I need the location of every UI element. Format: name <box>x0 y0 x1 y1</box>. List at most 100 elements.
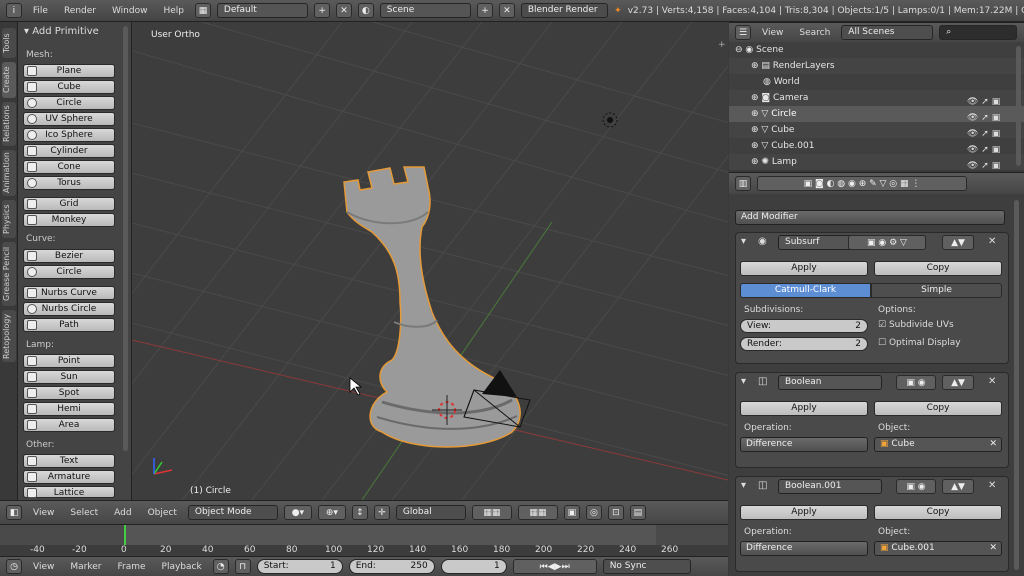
snap-icon[interactable]: ⊡ <box>607 505 624 520</box>
area-lamp-button[interactable]: Area <box>23 418 115 432</box>
modifier-visibility-icons[interactable]: ▣ ◉ ⚙ ▽ <box>848 235 926 250</box>
tab-animation[interactable]: Animation <box>2 150 16 196</box>
preview-range-icon[interactable]: ◔ <box>212 559 229 574</box>
modifier-visibility-icons[interactable]: ▣ ◉ <box>896 479 936 494</box>
cylinder-button[interactable]: Cylinder <box>23 144 115 158</box>
menu-add[interactable]: Add <box>109 508 136 518</box>
bezier-button[interactable]: Bezier <box>23 249 115 263</box>
start-frame-field[interactable]: Start: 1 <box>256 559 343 574</box>
remove-modifier-icon[interactable]: ✕ <box>988 376 996 387</box>
outliner-search-input[interactable]: ⌕ <box>939 25 1018 40</box>
toolshelf-scrollbar[interactable] <box>123 26 128 451</box>
text-button[interactable]: Text <box>23 454 115 468</box>
tab-retopology[interactable]: Retopology <box>2 310 16 362</box>
outliner-row-scene[interactable]: ⊖ ◉ Scene <box>729 42 1024 58</box>
optimal-display-checkbox[interactable]: ☐ Optimal Display <box>878 338 961 348</box>
collapse-icon[interactable]: ▾ <box>741 236 746 247</box>
properties-editor-icon[interactable]: ▥ <box>735 176 751 191</box>
add-modifier-select[interactable]: Add Modifier <box>735 210 1005 225</box>
operation-select[interactable]: Difference <box>740 437 868 452</box>
manipulator-icon[interactable]: ↕ <box>351 505 368 520</box>
view-levels-field[interactable]: View: 2 <box>740 319 868 333</box>
boolean-name-field[interactable]: Boolean <box>778 375 882 390</box>
torus-button[interactable]: Torus <box>23 176 115 190</box>
curve-circle-button[interactable]: Circle <box>23 265 115 279</box>
remove-modifier-icon[interactable]: ✕ <box>988 480 996 491</box>
path-button[interactable]: Path <box>23 318 115 332</box>
timeline-menu-frame[interactable]: Frame <box>112 562 150 572</box>
menu-window[interactable]: Window <box>107 6 153 16</box>
simple-tab[interactable]: Simple <box>871 283 1002 298</box>
playback-controls-icon[interactable]: ⏮◀▶⏭ <box>512 559 597 574</box>
scene-field[interactable]: Scene <box>379 3 472 18</box>
plane-button[interactable]: Plane <box>23 64 115 78</box>
outliner-scrollbar[interactable] <box>1016 46 1021 166</box>
editor-type-icon[interactable]: ◧ <box>6 505 22 520</box>
pivot-select-icon[interactable]: ⊕▾ <box>317 505 346 520</box>
visibility-toggles[interactable]: 👁 ➚ ▣ 👁 ➚ ▣ 👁 ➚ ▣ 👁 ➚ ▣ 👁 ➚ ▣ <box>967 94 1000 174</box>
outliner-editor-icon[interactable]: ☰ <box>735 25 751 40</box>
lock-layers-icon[interactable]: ▣ <box>563 505 580 520</box>
boolean-copy-button[interactable]: Copy <box>874 401 1002 416</box>
layers-icon[interactable]: ▦▦ <box>471 505 512 520</box>
mode-select[interactable]: Object Mode <box>187 505 278 520</box>
remove-modifier-icon[interactable]: ✕ <box>988 236 996 247</box>
timeline[interactable]: -40 -20 0 20 40 60 80 100 120 140 160 18… <box>0 524 728 557</box>
grid-button[interactable]: Grid <box>23 197 115 211</box>
circle-button[interactable]: Circle <box>23 96 115 110</box>
nurbs-curve-button[interactable]: Nurbs Curve <box>23 286 115 300</box>
monkey-button[interactable]: Monkey <box>23 213 115 227</box>
properties-toggle-icon[interactable]: + <box>718 40 726 50</box>
timeline-editor-icon[interactable]: ◷ <box>6 559 22 574</box>
menu-help[interactable]: Help <box>158 6 189 16</box>
collapse-icon[interactable]: ▾ <box>741 376 746 387</box>
object-select[interactable]: ▣ Cube ✕ <box>874 437 1002 452</box>
properties-scrollbar[interactable] <box>1014 200 1019 570</box>
boolean-apply-button[interactable]: Apply <box>740 401 868 416</box>
scene-icon[interactable]: ◐ <box>357 3 374 18</box>
menu-render[interactable]: Render <box>59 6 101 16</box>
3d-viewport[interactable]: User Ortho (1) Circle + <box>132 22 728 500</box>
spot-lamp-button[interactable]: Spot <box>23 386 115 400</box>
render-engine-select[interactable]: Blender Render <box>520 3 609 18</box>
screen-layout-field[interactable]: Default <box>216 3 309 18</box>
move-up-down-icon[interactable]: ▲▼ <box>942 375 974 390</box>
cone-button[interactable]: Cone <box>23 160 115 174</box>
timeline-menu-playback[interactable]: Playback <box>157 562 207 572</box>
move-up-down-icon[interactable]: ▲▼ <box>942 235 974 250</box>
lattice-button[interactable]: Lattice <box>23 486 115 498</box>
tab-grease-pencil[interactable]: Grease Pencil <box>2 242 16 306</box>
cube-button[interactable]: Cube <box>23 80 115 94</box>
current-frame-indicator[interactable] <box>124 525 126 545</box>
sun-lamp-button[interactable]: Sun <box>23 370 115 384</box>
tab-physics[interactable]: Physics <box>2 200 16 238</box>
lock-icon[interactable]: ⊓ <box>234 559 251 574</box>
hemi-lamp-button[interactable]: Hemi <box>23 402 115 416</box>
point-lamp-button[interactable]: Point <box>23 354 115 368</box>
boolean001-name-field[interactable]: Boolean.001 <box>778 479 882 494</box>
menu-view[interactable]: View <box>28 508 59 518</box>
menu-file[interactable]: File <box>28 6 53 16</box>
end-frame-field[interactable]: End: 250 <box>348 559 435 574</box>
display-mode-select[interactable]: All Scenes <box>841 25 934 40</box>
nurbs-circle-button[interactable]: Nurbs Circle <box>23 302 115 316</box>
ico-sphere-button[interactable]: Ico Sphere <box>23 128 115 142</box>
boolean001-copy-button[interactable]: Copy <box>874 505 1002 520</box>
info-editor-icon[interactable]: i <box>6 3 22 18</box>
timeline-menu-marker[interactable]: Marker <box>65 562 106 572</box>
outliner-menu-view[interactable]: View <box>757 28 788 38</box>
outliner-row-world[interactable]: ◍ World <box>729 74 1024 90</box>
tab-create[interactable]: Create <box>2 62 16 98</box>
add-layout-icon[interactable]: + <box>314 3 331 18</box>
timeline-menu-view[interactable]: View <box>28 562 59 572</box>
outliner-row-renderlayers[interactable]: ⊕ ▤ RenderLayers <box>729 58 1024 74</box>
orientation-select[interactable]: Global <box>395 505 466 520</box>
object-select[interactable]: ▣ Cube.001 ✕ <box>874 541 1002 556</box>
armature-button[interactable]: Armature <box>23 470 115 484</box>
menu-select[interactable]: Select <box>65 508 103 518</box>
menu-object[interactable]: Object <box>143 508 182 518</box>
sync-select[interactable]: No Sync <box>602 559 691 574</box>
lamp-object-icon[interactable] <box>602 112 618 128</box>
tab-tools[interactable]: Tools <box>2 28 16 58</box>
add-scene-icon[interactable]: + <box>477 3 493 18</box>
